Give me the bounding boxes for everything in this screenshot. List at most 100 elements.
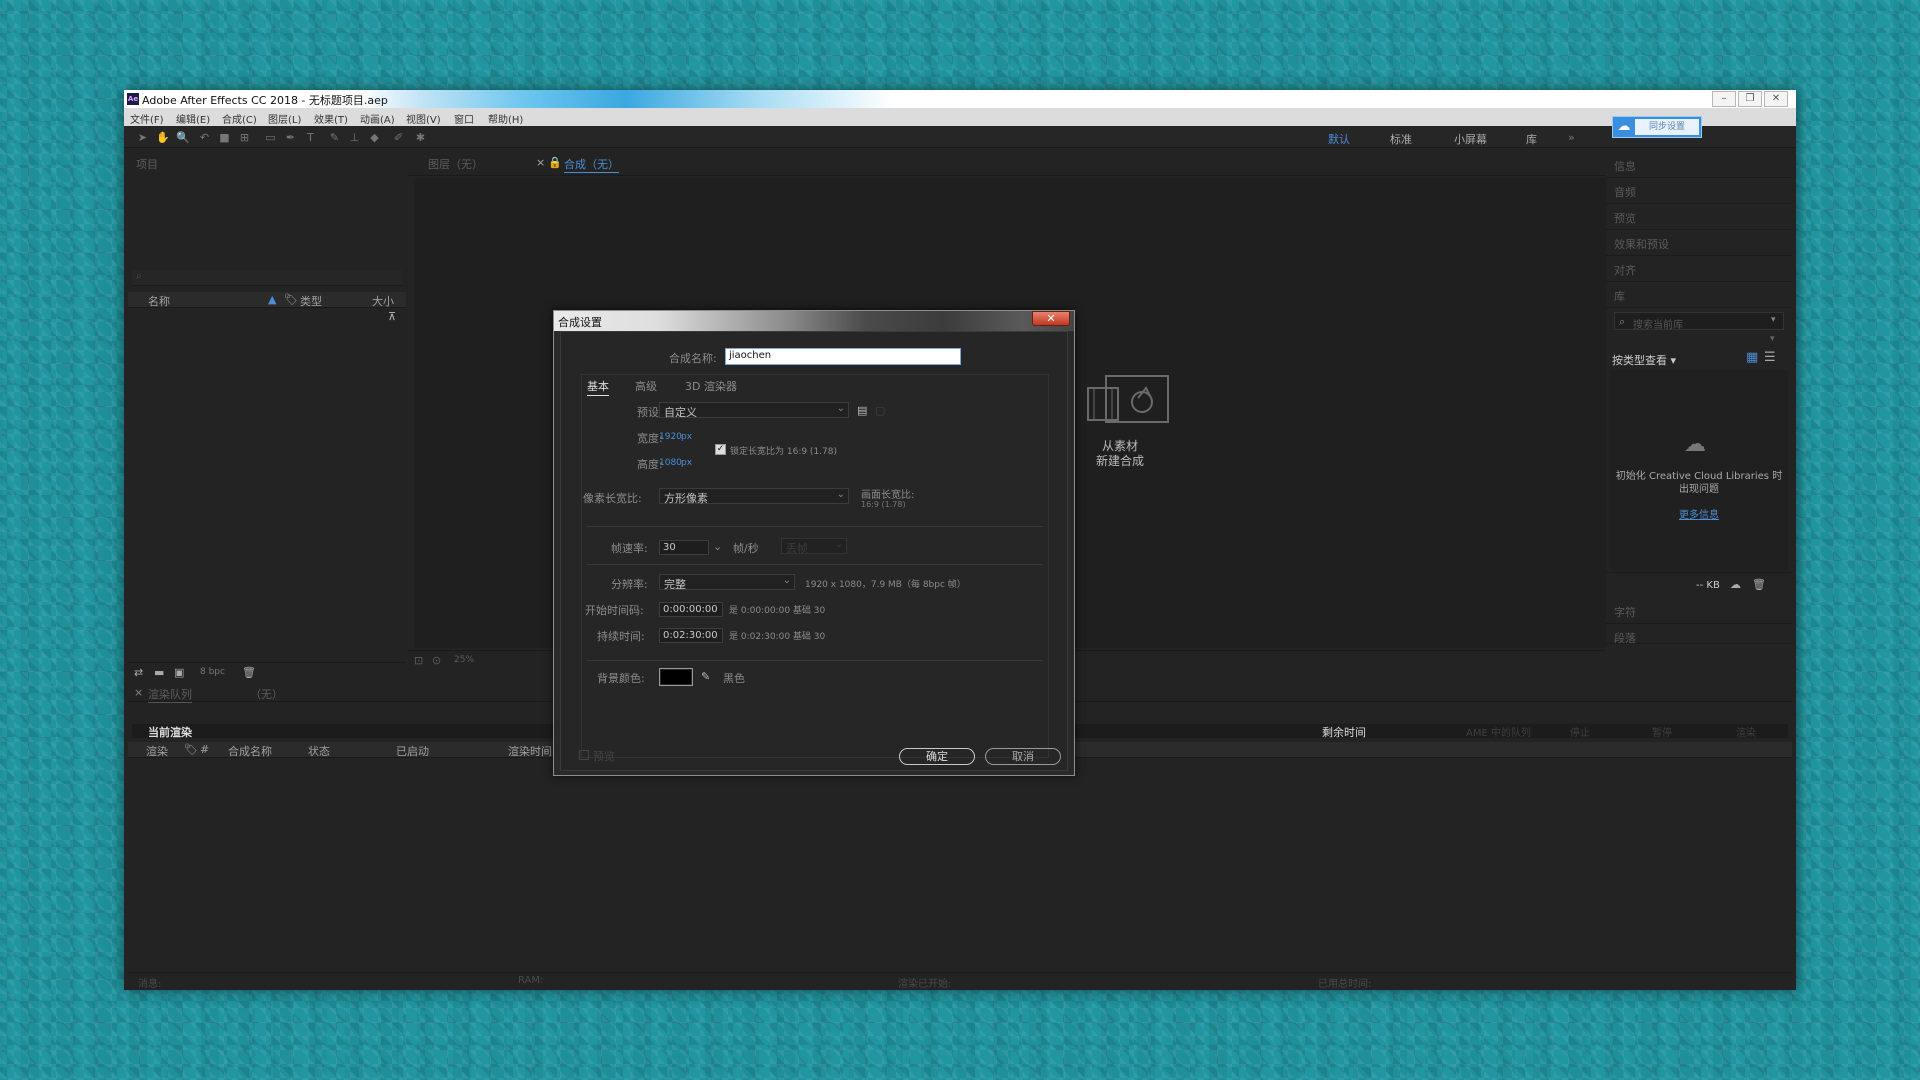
- resolution-select[interactable]: 完整 ⌄: [659, 574, 795, 591]
- flowchart-icon[interactable]: ⊼: [388, 310, 396, 323]
- clone-stamp-tool-icon[interactable]: ⊥: [348, 131, 361, 144]
- framerate-dropdown-icon[interactable]: ⌄: [713, 540, 722, 553]
- pixel-aspect-select[interactable]: 方形像素 ⌄: [659, 488, 849, 505]
- sort-ascending-icon[interactable]: ▲: [268, 293, 276, 306]
- library-dropdown-icon[interactable]: ▾: [1770, 334, 1775, 344]
- eraser-tool-icon[interactable]: ◆: [368, 131, 381, 144]
- rotate-tool-icon[interactable]: ↶: [198, 131, 211, 144]
- roto-brush-tool-icon[interactable]: ✐: [392, 131, 405, 144]
- eyedropper-icon[interactable]: ✎: [701, 670, 710, 683]
- menu-layer[interactable]: 图层(L): [268, 111, 301, 126]
- col-render-time[interactable]: 渲染时间: [508, 743, 552, 759]
- interpret-footage-icon[interactable]: ⇄: [134, 666, 143, 679]
- hand-tool-icon[interactable]: ✋: [156, 131, 170, 144]
- workspace-default[interactable]: 默认: [1328, 131, 1350, 147]
- tab-3d-renderer[interactable]: 3D 渲染器: [685, 378, 737, 394]
- sync-settings-button[interactable]: ☁ 同步设置: [1612, 116, 1702, 138]
- bg-color-swatch[interactable]: [659, 668, 693, 686]
- preview-checkbox[interactable]: [579, 750, 589, 760]
- list-view-icon[interactable]: ☰: [1764, 350, 1776, 365]
- close-tab-icon[interactable]: ×: [134, 686, 143, 699]
- panel-effects-presets[interactable]: 效果和预设: [1606, 230, 1792, 256]
- panel-paragraph[interactable]: 段落: [1606, 624, 1792, 645]
- brush-tool-icon[interactable]: ✎: [328, 131, 341, 144]
- view-by-type[interactable]: 按类型查看 ▾: [1612, 352, 1676, 368]
- col-label-icon[interactable]: 🏷: [184, 743, 198, 756]
- panel-character[interactable]: 字符: [1606, 598, 1792, 624]
- height-value[interactable]: 1080: [659, 458, 682, 468]
- type-tool-icon[interactable]: T: [304, 131, 317, 144]
- preset-select[interactable]: 自定义 ⌄: [659, 402, 849, 419]
- menu-help[interactable]: 帮助(H): [488, 111, 523, 126]
- bpc-toggle[interactable]: 8 bpc: [200, 667, 225, 677]
- always-preview-icon[interactable]: ⊡: [414, 654, 423, 667]
- dialog-close-button[interactable]: ✕: [1032, 311, 1070, 326]
- camera-tool-icon[interactable]: ■: [218, 131, 231, 144]
- panel-align[interactable]: 对齐: [1606, 256, 1792, 282]
- lock-icon[interactable]: 🔒: [548, 156, 562, 169]
- mask-icon[interactable]: ⊙: [432, 654, 441, 667]
- grid-view-icon[interactable]: ▦: [1746, 350, 1758, 365]
- menu-edit[interactable]: 编辑(E): [176, 111, 210, 126]
- col-started[interactable]: 已启动: [396, 743, 429, 759]
- label-tag-icon[interactable]: 🏷: [284, 293, 298, 306]
- workspace-small-screen[interactable]: 小屏幕: [1454, 131, 1487, 147]
- drop-frame-select[interactable]: 丢帧 ⌄: [781, 538, 847, 555]
- sync-icon[interactable]: ☁: [1730, 578, 1741, 591]
- close-window-button[interactable]: ✕: [1764, 91, 1788, 107]
- menu-effect[interactable]: 效果(T): [314, 111, 348, 126]
- more-workspaces-icon[interactable]: »: [1568, 131, 1575, 144]
- tab-render-queue[interactable]: 渲染队列: [148, 686, 192, 703]
- menu-composition[interactable]: 合成(C): [222, 111, 257, 126]
- render-button[interactable]: 渲染: [1736, 724, 1756, 739]
- new-comp-from-footage-icon[interactable]: [1086, 374, 1170, 424]
- pause-button[interactable]: 暂停: [1652, 724, 1672, 739]
- save-preset-icon[interactable]: ▤: [857, 404, 867, 417]
- new-folder-icon[interactable]: ▬: [154, 666, 164, 679]
- tab-composition[interactable]: 合成（无）: [564, 156, 619, 173]
- selection-tool-icon[interactable]: ➤: [136, 131, 149, 144]
- tab-advanced[interactable]: 高级: [635, 378, 657, 394]
- col-status[interactable]: 状态: [308, 743, 330, 759]
- panel-audio[interactable]: 音频: [1606, 178, 1792, 204]
- col-render[interactable]: 渲染: [146, 743, 168, 759]
- col-number[interactable]: #: [200, 743, 209, 756]
- panel-libraries[interactable]: 库: [1606, 282, 1792, 308]
- tab-layer[interactable]: 图层（无）: [428, 156, 483, 172]
- menu-window[interactable]: 窗口: [454, 111, 474, 126]
- menu-animation[interactable]: 动画(A): [360, 111, 395, 126]
- trash-icon[interactable]: 🗑: [1752, 578, 1766, 591]
- workspace-standard[interactable]: 标准: [1390, 131, 1412, 147]
- tab-basic[interactable]: 基本: [587, 378, 609, 396]
- library-search[interactable]: ⌕ 搜索当前库 ▾: [1614, 312, 1784, 331]
- duration-input[interactable]: 0:02:30:00: [659, 628, 723, 643]
- start-timecode-input[interactable]: 0:00:00:00: [659, 602, 723, 617]
- width-value[interactable]: 1920: [659, 432, 682, 442]
- stop-button[interactable]: 停止: [1570, 724, 1590, 739]
- maximize-button[interactable]: ❐: [1738, 91, 1762, 107]
- queue-in-ame-button[interactable]: AME 中的队列: [1466, 724, 1531, 739]
- more-info-link[interactable]: 更多信息: [1612, 506, 1786, 521]
- close-tab-icon[interactable]: ×: [536, 156, 545, 169]
- framerate-input[interactable]: 30: [659, 540, 709, 555]
- column-size[interactable]: 大小: [372, 293, 394, 309]
- col-comp-name[interactable]: 合成名称: [228, 743, 272, 759]
- project-search-field[interactable]: ⌕: [132, 270, 402, 286]
- panel-info[interactable]: 信息: [1606, 152, 1792, 178]
- pan-behind-tool-icon[interactable]: ⊞: [238, 131, 251, 144]
- lock-aspect-checkbox[interactable]: ✓: [715, 444, 726, 455]
- zoom-level[interactable]: 25%: [454, 655, 474, 665]
- menu-view[interactable]: 视图(V): [406, 111, 441, 126]
- column-type[interactable]: 类型: [300, 293, 322, 309]
- cancel-button[interactable]: 取消: [985, 748, 1061, 765]
- delete-preset-icon[interactable]: ▢: [875, 404, 885, 417]
- column-name[interactable]: 名称: [148, 293, 170, 309]
- pen-tool-icon[interactable]: ✒: [284, 131, 297, 144]
- ok-button[interactable]: 确定: [899, 748, 975, 765]
- new-comp-text-line2[interactable]: 新建合成: [1096, 452, 1144, 469]
- menu-file[interactable]: 文件(F): [130, 111, 164, 126]
- new-composition-icon[interactable]: ▣: [174, 666, 184, 679]
- puppet-tool-icon[interactable]: ✱: [414, 131, 427, 144]
- zoom-tool-icon[interactable]: 🔍: [176, 131, 190, 144]
- workspace-libraries[interactable]: 库: [1526, 131, 1537, 147]
